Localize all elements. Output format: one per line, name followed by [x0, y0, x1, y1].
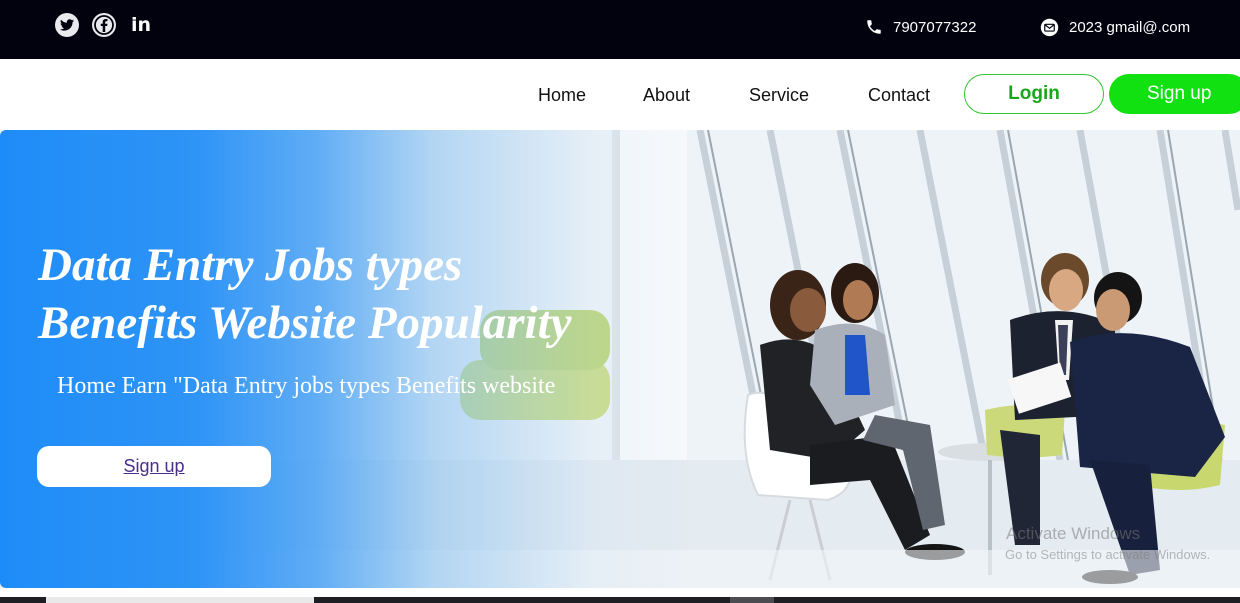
linkedin-icon[interactable]: in — [129, 13, 153, 37]
phone-number: 7907077322 — [893, 18, 977, 36]
email-address: 2023 gmail@.com — [1069, 19, 1191, 36]
nav-link-about[interactable]: About — [643, 85, 690, 106]
facebook-icon[interactable] — [92, 13, 116, 37]
mail-icon — [1040, 18, 1059, 37]
nav-link-contact[interactable]: Contact — [868, 85, 930, 106]
phone-icon — [867, 20, 881, 34]
hero-subtitle: Home Earn "Data Entry jobs types Benefit… — [57, 373, 556, 399]
hero-title-line2: Benefits Website Popularity — [38, 297, 572, 349]
phone-contact: 7907077322 — [865, 18, 976, 36]
hero-title: Data Entry Jobs types Benefits Website P… — [38, 236, 678, 352]
hero-section: Data Entry Jobs types Benefits Website P… — [0, 130, 1240, 588]
email-contact: 2023 gmail@.com — [1040, 18, 1190, 37]
social-links: in — [55, 13, 153, 37]
twitter-icon[interactable] — [55, 13, 79, 37]
activate-windows-watermark: Activate Windows — [1006, 524, 1141, 543]
login-button[interactable]: Login — [964, 74, 1104, 114]
activate-windows-hint: Go to Settings to activate Windows. — [1005, 547, 1211, 562]
hero-signup-button[interactable]: Sign up — [37, 446, 271, 487]
signup-button[interactable]: Sign up — [1109, 74, 1240, 114]
nav-link-service[interactable]: Service — [749, 85, 809, 106]
hero-gradient-overlay — [0, 130, 700, 588]
taskbar-search-box[interactable] — [46, 597, 314, 603]
top-bar: in 7907077322 2023 gmail@.com — [0, 0, 1240, 59]
main-nav: Home About Service Contact Login Sign up — [0, 59, 1240, 130]
hero-title-line1: Data Entry Jobs types — [38, 239, 463, 291]
nav-link-home[interactable]: Home — [538, 85, 586, 106]
taskbar-item[interactable] — [730, 597, 774, 603]
